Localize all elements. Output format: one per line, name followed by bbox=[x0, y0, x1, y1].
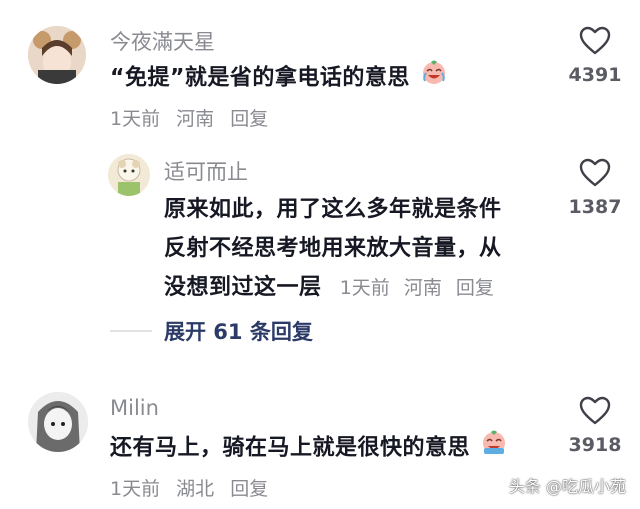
comment-item: 今夜滿天星 “免提”就是省的拿电话的意思 1天前 河南 回复 4391 bbox=[0, 0, 640, 150]
comment-text: “免提”就是省的拿电话的意思 bbox=[110, 58, 448, 99]
heart-outline-icon[interactable] bbox=[579, 26, 611, 56]
divider bbox=[110, 330, 152, 332]
avatar[interactable] bbox=[28, 26, 86, 84]
comment-meta: 1天前 湖北 回复 bbox=[110, 474, 278, 501]
heart-outline-icon[interactable] bbox=[579, 396, 611, 426]
expand-replies-label[interactable]: 展开 61 条回复 bbox=[164, 316, 313, 346]
reply-location: 河南 bbox=[403, 277, 442, 299]
reply-line-1: 原来如此，用了这么多年就是条件 bbox=[164, 197, 502, 222]
reply-button[interactable]: 回复 bbox=[230, 478, 268, 500]
comment-username[interactable]: Milin bbox=[110, 396, 159, 420]
comment-text: 还有马上，骑在马上就是很快的意思 bbox=[110, 428, 508, 469]
comment-username[interactable]: 今夜滿天星 bbox=[110, 26, 215, 56]
heart-outline-icon[interactable] bbox=[579, 158, 611, 188]
comment-location: 湖北 bbox=[176, 478, 215, 500]
comment-time: 1天前 bbox=[110, 108, 161, 130]
watermark: 头条 @吃瓜小苑 bbox=[508, 477, 626, 496]
reply-text: 原来如此，用了这么多年就是条件 反射不经思考地用来放大音量，从 没想到过这一层 … bbox=[164, 190, 502, 308]
comment-text-body: “免提”就是省的拿电话的意思 bbox=[110, 65, 410, 91]
comment-time: 1天前 bbox=[110, 478, 161, 500]
like-count: 4391 bbox=[568, 64, 622, 86]
comment-meta: 1天前 河南 回复 bbox=[110, 104, 278, 131]
comment-text-body: 还有马上，骑在马上就是很快的意思 bbox=[110, 435, 471, 461]
like-button[interactable]: 4391 bbox=[555, 26, 635, 86]
laugh-cry-emoji-icon bbox=[420, 58, 448, 99]
reply-button[interactable]: 回复 bbox=[230, 108, 268, 130]
like-button[interactable]: 1387 bbox=[555, 158, 635, 218]
like-count: 3918 bbox=[568, 434, 622, 456]
expand-replies[interactable]: 展开 61 条回复 bbox=[110, 316, 313, 346]
reply-meta: 1天前 河南 回复 bbox=[340, 277, 494, 299]
reply-reply-button[interactable]: 回复 bbox=[456, 277, 494, 299]
reply-line-2: 反射不经思考地用来放大音量，从 bbox=[164, 236, 502, 261]
reply-item: 适可而止 原来如此，用了这么多年就是条件 反射不经思考地用来放大音量，从 没想到… bbox=[0, 150, 640, 310]
avatar[interactable] bbox=[28, 392, 88, 452]
sweat-smile-emoji-icon bbox=[480, 428, 508, 469]
reply-line-3: 没想到过这一层 bbox=[164, 275, 322, 300]
reply-line-3-wrap: 没想到过这一层 1天前 河南 回复 bbox=[164, 268, 502, 308]
avatar[interactable] bbox=[108, 154, 150, 196]
comment-location: 河南 bbox=[176, 108, 215, 130]
reply-time: 1天前 bbox=[339, 277, 390, 299]
reply-username[interactable]: 适可而止 bbox=[164, 156, 248, 186]
like-count: 1387 bbox=[568, 196, 622, 218]
like-button[interactable]: 3918 bbox=[555, 396, 635, 456]
